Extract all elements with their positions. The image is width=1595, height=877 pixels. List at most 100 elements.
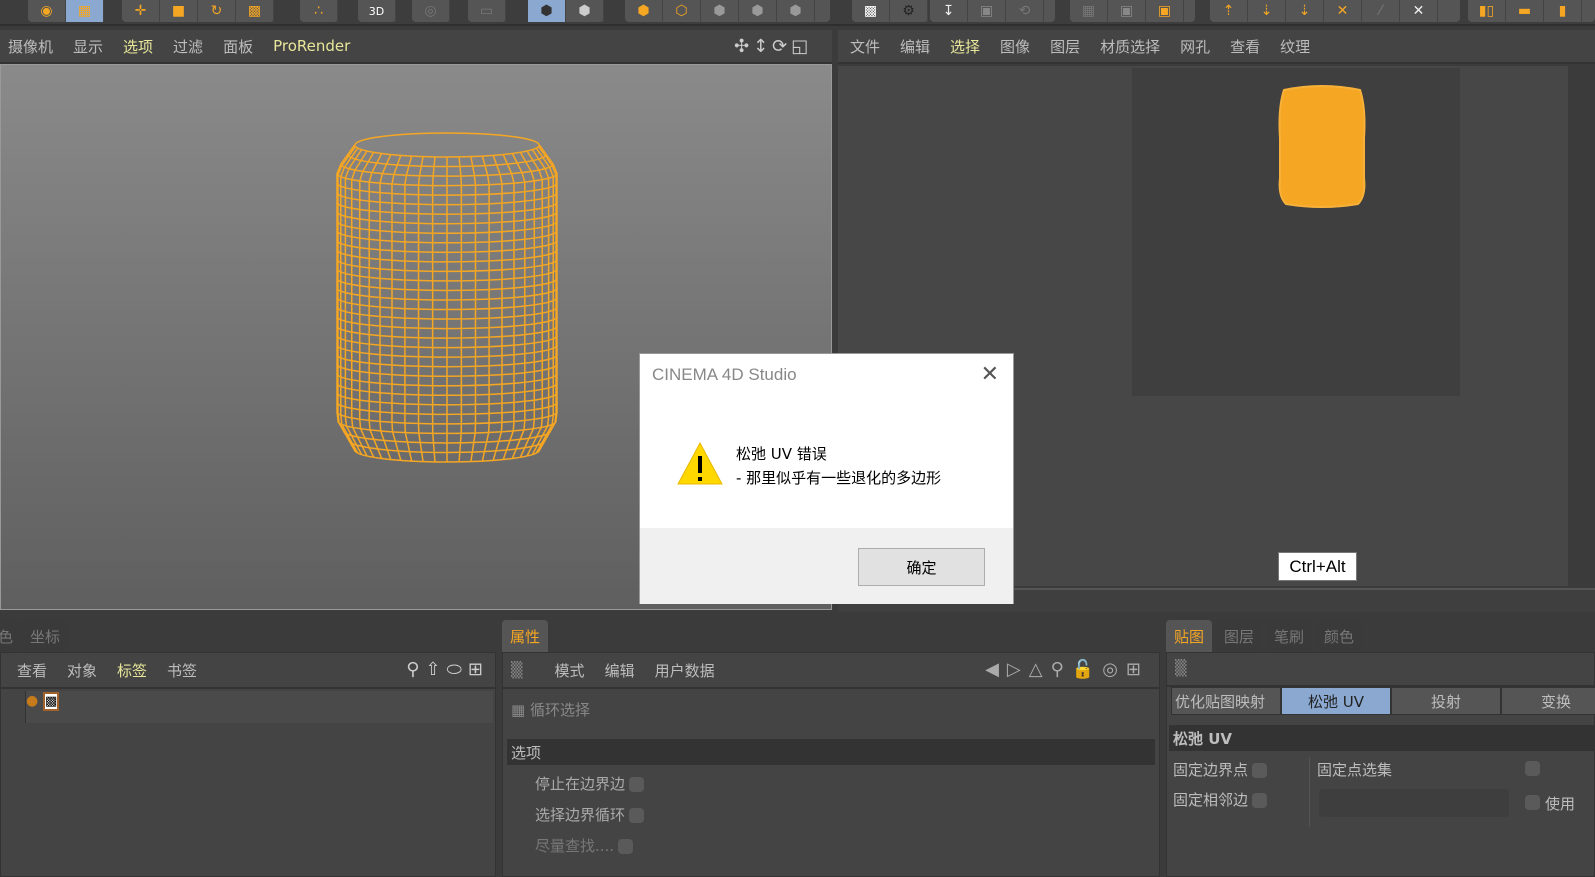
live-select-icon[interactable]: ◉ (28, 0, 66, 22)
move-icon[interactable]: ✛ (122, 0, 160, 22)
texture-tag-icon[interactable]: ▩ (43, 692, 60, 711)
layout-icon[interactable]: ▬ (1506, 0, 1544, 22)
attributes-nav-icons[interactable]: ◀▷△⚲🔓◎⊞ (985, 659, 1149, 680)
main-toolbar: ◉ ▦ ✛ ■ ↻ ▩ ∴ 3D ◎ ▭ ⬢ ⬢ ⬢ ⬡ ⬢ ⬢ ⬢ ▩ ⚙ ↧ ▣ ⟲ ▦ ▣ ▣ ⇡ ⇣ ⇣… (0, 0, 1595, 26)
uv-menu-item[interactable]: 材质选择 (1100, 36, 1160, 57)
ok-button[interactable]: 确定 (858, 548, 985, 586)
attributes-menu-item[interactable]: 模式 (555, 660, 585, 681)
uv-menu-item[interactable]: 图像 (1000, 36, 1030, 57)
uv-menu-item[interactable]: 编辑 (900, 36, 930, 57)
uv-tool-icon[interactable]: ▣ (968, 0, 1006, 22)
viewport-menu-item[interactable]: 面板 (223, 36, 253, 57)
axis-icon[interactable]: ▭ (468, 0, 506, 22)
close-icon[interactable]: ✕ (981, 362, 999, 387)
option-checkbox[interactable] (629, 777, 645, 792)
viewport-menu-item[interactable]: 过滤 (173, 36, 203, 57)
viewport-menu-item[interactable]: 显示 (73, 36, 103, 57)
option-checkbox[interactable] (1252, 763, 1268, 778)
option-label: 停止在边界边 (535, 775, 626, 793)
align-icon[interactable]: ⁄ (1362, 0, 1400, 22)
paint-3d-icon[interactable]: 3D (358, 0, 396, 22)
tab-coordinates[interactable]: 坐标 (22, 620, 69, 652)
selection-field[interactable] (1319, 789, 1509, 817)
viewport-menu-item[interactable]: 选项 (123, 36, 153, 57)
gear-icon[interactable]: ⚙ (890, 0, 928, 22)
uv-tool-icon[interactable]: ↧ (930, 0, 968, 22)
mode-icon[interactable]: ⬢ (777, 0, 815, 22)
align-icon[interactable]: ⇣ (1248, 0, 1286, 22)
align-icon[interactable]: ⇣ (1286, 0, 1324, 22)
viewport-menu-item[interactable]: ProRender (273, 37, 350, 55)
viewport-nav-icons[interactable]: ✣↕⟳◱ (734, 36, 812, 57)
tab-uv-3[interactable]: 颜色 (1316, 620, 1363, 652)
toolbar-group-transform: ✛ ■ ↻ ▩ (122, 0, 274, 22)
attributes-menu-item[interactable]: 用户数据 (655, 660, 715, 681)
mode-icon[interactable]: ⬢ (701, 0, 739, 22)
option-checkbox[interactable] (618, 839, 634, 854)
uv-subtab[interactable]: 投射 (1391, 687, 1501, 715)
layout-icon[interactable]: ▮▯ (1468, 0, 1506, 22)
layout-icon[interactable]: ▮ (1544, 0, 1582, 22)
uv-menu-item[interactable]: 纹理 (1280, 36, 1310, 57)
scale-icon[interactable]: ■ (160, 0, 198, 22)
toolbar-group-3d: ∴ (300, 0, 338, 22)
tab-attributes[interactable]: 属性 (502, 620, 549, 652)
objects-menu-item[interactable]: 查看 (17, 660, 47, 681)
uv-polygons-icon[interactable]: ⬢ (566, 0, 604, 22)
uv-options-left: 固定边界点 固定相邻边 (1173, 759, 1268, 819)
object-row[interactable]: ● ▩ (25, 691, 493, 723)
align-icon[interactable]: ✕ (1400, 0, 1438, 22)
fixed-selection-checkbox[interactable] (1525, 761, 1540, 776)
mode-icon[interactable]: ⬢ (625, 0, 663, 22)
mode-icon[interactable]: ⬢ (739, 0, 777, 22)
uv-texture-area[interactable] (1132, 68, 1460, 396)
toolbar-group-uvtools: ↧ ▣ ⟲ (930, 0, 1055, 22)
dialog-line1: 松弛 UV 错误 (736, 445, 827, 463)
tab-color[interactable]: 色 (0, 620, 20, 652)
uv-op-icon[interactable]: ▣ (1146, 0, 1184, 22)
objects-menu-item[interactable]: 标签 (117, 660, 147, 681)
uv-subtab[interactable]: 变换 (1501, 687, 1595, 715)
uv-menu-item[interactable]: 查看 (1230, 36, 1260, 57)
fixed-selection: 固定点选集 使用 (1317, 759, 1595, 829)
tab-uv-2[interactable]: 笔刷 (1266, 620, 1313, 652)
align-icon[interactable]: ✕ (1324, 0, 1362, 22)
snap-icon[interactable]: ◎ (412, 0, 450, 22)
attributes-menu-item[interactable]: 编辑 (605, 660, 635, 681)
uv-subtab[interactable]: 松弛 UV (1281, 687, 1391, 715)
rotate-icon[interactable]: ↻ (198, 0, 236, 22)
uv-menu-item[interactable]: 图层 (1050, 36, 1080, 57)
objects-tool-icons[interactable]: ⚲⇧⬭⊞ (406, 659, 489, 680)
toolbar-group-misc: ◎ (412, 0, 450, 22)
uv-op-icon[interactable]: ▦ (1070, 0, 1108, 22)
uv-menu-item[interactable]: 选择 (950, 36, 980, 57)
uv-subtab[interactable]: 优化贴图映射 (1171, 687, 1281, 715)
phong-tag-icon[interactable]: ● (26, 693, 38, 709)
uv-menu-item[interactable]: 文件 (850, 36, 880, 57)
options-list: 停止在边界边 选择边界循环 尽量查找.... (535, 773, 645, 866)
uv-menu-item[interactable]: 网孔 (1180, 36, 1210, 57)
option-row: 固定相邻边 (1173, 789, 1268, 819)
uv-tool-icon[interactable]: ⟲ (1006, 0, 1044, 22)
viewport-menu-item[interactable]: 摄像机 (8, 36, 53, 57)
option-row: 选择边界循环 (535, 804, 645, 835)
mode-icon[interactable]: ⬡ (663, 0, 701, 22)
tab-uv-0[interactable]: 贴图 (1166, 620, 1213, 652)
selection-mode-icon[interactable]: ▦ (66, 0, 104, 22)
toolbar-group-paint: 3D (358, 0, 396, 22)
objects-menu-item[interactable]: 对象 (67, 660, 97, 681)
align-icon[interactable]: ⇡ (1210, 0, 1248, 22)
uv-points-icon[interactable]: ⬢ (528, 0, 566, 22)
objects-menu-item[interactable]: 书签 (167, 660, 197, 681)
uv-op-icon[interactable]: ▣ (1108, 0, 1146, 22)
texture-icon[interactable]: ▩ (236, 0, 274, 22)
toolbar-group-uvmode: ⬢ ⬢ (528, 0, 604, 22)
use-checkbox[interactable] (1525, 795, 1540, 810)
checker-icon[interactable]: ▩ (852, 0, 890, 22)
tab-uv-1[interactable]: 图层 (1216, 620, 1263, 652)
option-label: 固定相邻边 (1173, 791, 1249, 809)
viewport-menu: 摄像机 显示 选项 过滤 面板 ProRender (0, 30, 832, 64)
option-checkbox[interactable] (1252, 793, 1268, 808)
option-checkbox[interactable] (629, 808, 645, 823)
points-icon[interactable]: ∴ (300, 0, 338, 22)
